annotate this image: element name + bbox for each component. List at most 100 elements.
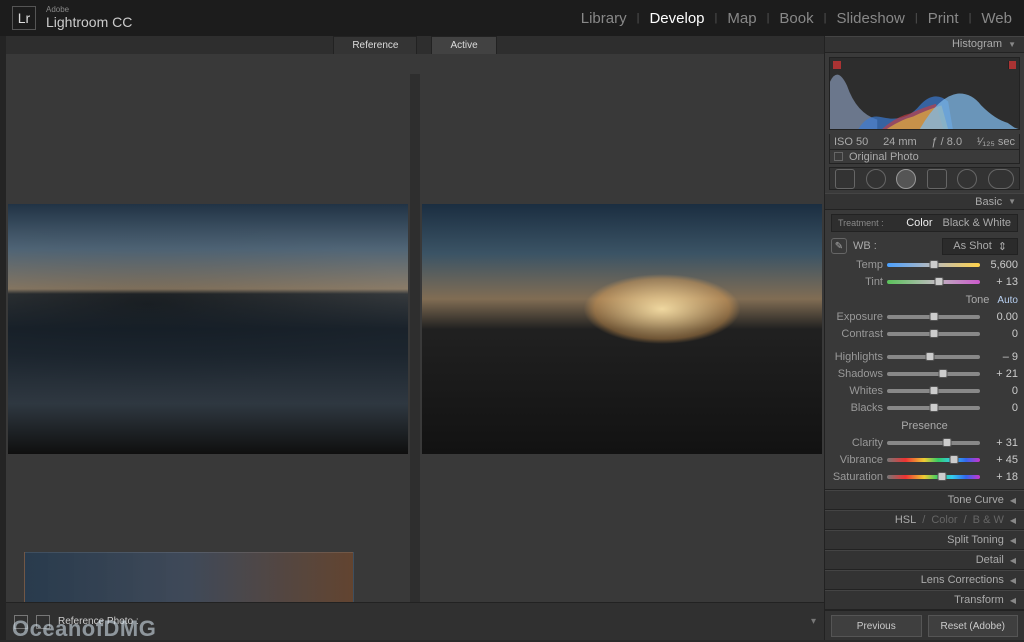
tab-active[interactable]: Active [431,36,496,54]
nav-book[interactable]: Book [779,10,813,27]
chevron-updown-icon: ⇕ [998,240,1007,253]
brush-tool[interactable] [988,169,1014,189]
saturation-value: + 18 [984,471,1018,483]
treatment-row: Treatment : Color Black & White [831,214,1018,232]
filmstrip[interactable]: Reference Photo : ▾ [6,602,824,640]
section-split-toning[interactable]: Split Toning◀ [825,530,1024,550]
app-logo: Lr Adobe Lightroom CC [12,6,132,30]
clarity-label: Clarity [831,437,883,449]
original-photo-row[interactable]: Original Photo [829,150,1020,165]
chevron-left-icon: ◀ [1010,576,1016,585]
white-balance-picker-icon[interactable]: ✎ [831,238,847,254]
bottom-button-row: Previous Reset (Adobe) [825,610,1024,640]
slider-temp[interactable]: Temp 5,600 [831,256,1018,273]
reference-photo[interactable] [8,204,408,454]
slider-contrast[interactable]: Contrast 0 [831,325,1018,342]
reference-photo-label: Reference Photo : [58,616,139,627]
nav-map[interactable]: Map [727,10,756,27]
chevron-left-icon: ◀ [1010,496,1016,505]
detail-label: Detail [976,554,1004,566]
shadows-value: + 21 [984,368,1018,380]
nav-library[interactable]: Library [581,10,627,27]
histogram-label: Histogram [952,38,1002,50]
original-photo-label: Original Photo [849,151,919,163]
chevron-down-icon: ▼ [1008,40,1016,49]
section-transform[interactable]: Transform◀ [825,590,1024,610]
reset-button[interactable]: Reset (Adobe) [928,615,1019,637]
slider-exposure[interactable]: Exposure 0.00 [831,308,1018,325]
tone-heading: Tone [966,294,990,306]
brand-app: Lightroom CC [46,15,132,30]
slider-highlights[interactable]: Highlights – 9 [831,348,1018,365]
clarity-value: + 31 [984,437,1018,449]
nav-slideshow[interactable]: Slideshow [836,10,904,27]
slider-clarity[interactable]: Clarity + 31 [831,434,1018,451]
blacks-value: 0 [984,402,1018,414]
grid-toggle-icon[interactable] [14,615,28,629]
checkbox-icon[interactable] [834,152,843,161]
active-photo[interactable] [422,204,822,454]
module-nav: Library| Develop| Map| Book| Slideshow| … [581,10,1012,27]
hsl-color-label: Color [931,514,957,526]
redeye-tool[interactable] [896,169,916,189]
slider-whites[interactable]: Whites 0 [831,382,1018,399]
transform-label: Transform [954,594,1004,606]
blacks-label: Blacks [831,402,883,414]
section-tone-curve[interactable]: Tone Curve◀ [825,490,1024,510]
shadows-label: Shadows [831,368,883,380]
crop-tool[interactable] [835,169,855,189]
treatment-bw[interactable]: Black & White [943,217,1011,229]
chevron-down-icon[interactable]: ▾ [811,616,816,627]
logo-mark: Lr [12,6,36,30]
local-adjust-toolstrip [829,167,1020,190]
pane-divider[interactable] [410,74,420,640]
auto-tone-button[interactable]: Auto [997,295,1018,306]
exif-row: ISO 50 24 mm ƒ / 8.0 ¹⁄₁₂₅ sec [829,134,1020,150]
exif-shutter: ¹⁄₁₂₅ sec [977,136,1015,147]
develop-panel: Histogram ▼ ISO 50 24 mm ƒ / 8.0 ¹⁄₁₂₅ s… [824,36,1024,640]
shadow-clipping-icon[interactable] [833,61,841,69]
slider-shadows[interactable]: Shadows + 21 [831,365,1018,382]
basic-panel: Treatment : Color Black & White ✎ WB : A… [825,210,1024,489]
compare-tabs: Reference Active [6,36,824,54]
temp-value: 5,600 [984,259,1018,271]
nav-develop[interactable]: Develop [649,10,704,27]
treatment-color[interactable]: Color [906,217,932,229]
slider-vibrance[interactable]: Vibrance + 45 [831,451,1018,468]
radial-tool[interactable] [957,169,977,189]
highlights-label: Highlights [831,351,883,363]
app-header: Lr Adobe Lightroom CC Library| Develop| … [0,0,1024,36]
slider-blacks[interactable]: Blacks 0 [831,399,1018,416]
image-viewer: Reference Active Reference Photo : ▾ Oce… [6,36,824,640]
tab-reference[interactable]: Reference [333,36,417,54]
graduated-tool[interactable] [927,169,947,189]
whites-label: Whites [831,385,883,397]
section-lens[interactable]: Lens Corrections◀ [825,570,1024,590]
section-hsl[interactable]: HSL / Color / B & W ◀ [825,510,1024,530]
wb-select[interactable]: As Shot ⇕ [942,238,1018,255]
vibrance-value: + 45 [984,454,1018,466]
highlight-clipping-icon[interactable] [1008,61,1016,69]
slider-saturation[interactable]: Saturation + 18 [831,468,1018,485]
slider-tint[interactable]: Tint + 13 [831,273,1018,290]
tint-label: Tint [831,276,883,288]
spot-tool[interactable] [866,169,886,189]
section-detail[interactable]: Detail◀ [825,550,1024,570]
split-toning-label: Split Toning [947,534,1004,546]
saturation-label: Saturation [831,471,883,483]
histogram-chart[interactable] [829,57,1020,130]
contrast-value: 0 [984,328,1018,340]
exif-iso: ISO 50 [834,136,868,147]
section-histogram[interactable]: Histogram ▼ [825,36,1024,53]
view-mode-icon[interactable] [36,615,50,629]
hsl-label: HSL [895,514,916,526]
previous-button[interactable]: Previous [831,615,922,637]
nav-web[interactable]: Web [981,10,1012,27]
section-basic[interactable]: Basic ▼ [825,193,1024,210]
active-pane [420,74,824,640]
exif-aperture: ƒ / 8.0 [932,136,963,147]
highlights-value: – 9 [984,351,1018,363]
presence-heading: Presence [901,420,947,432]
treatment-label: Treatment : [838,218,884,228]
nav-print[interactable]: Print [928,10,959,27]
